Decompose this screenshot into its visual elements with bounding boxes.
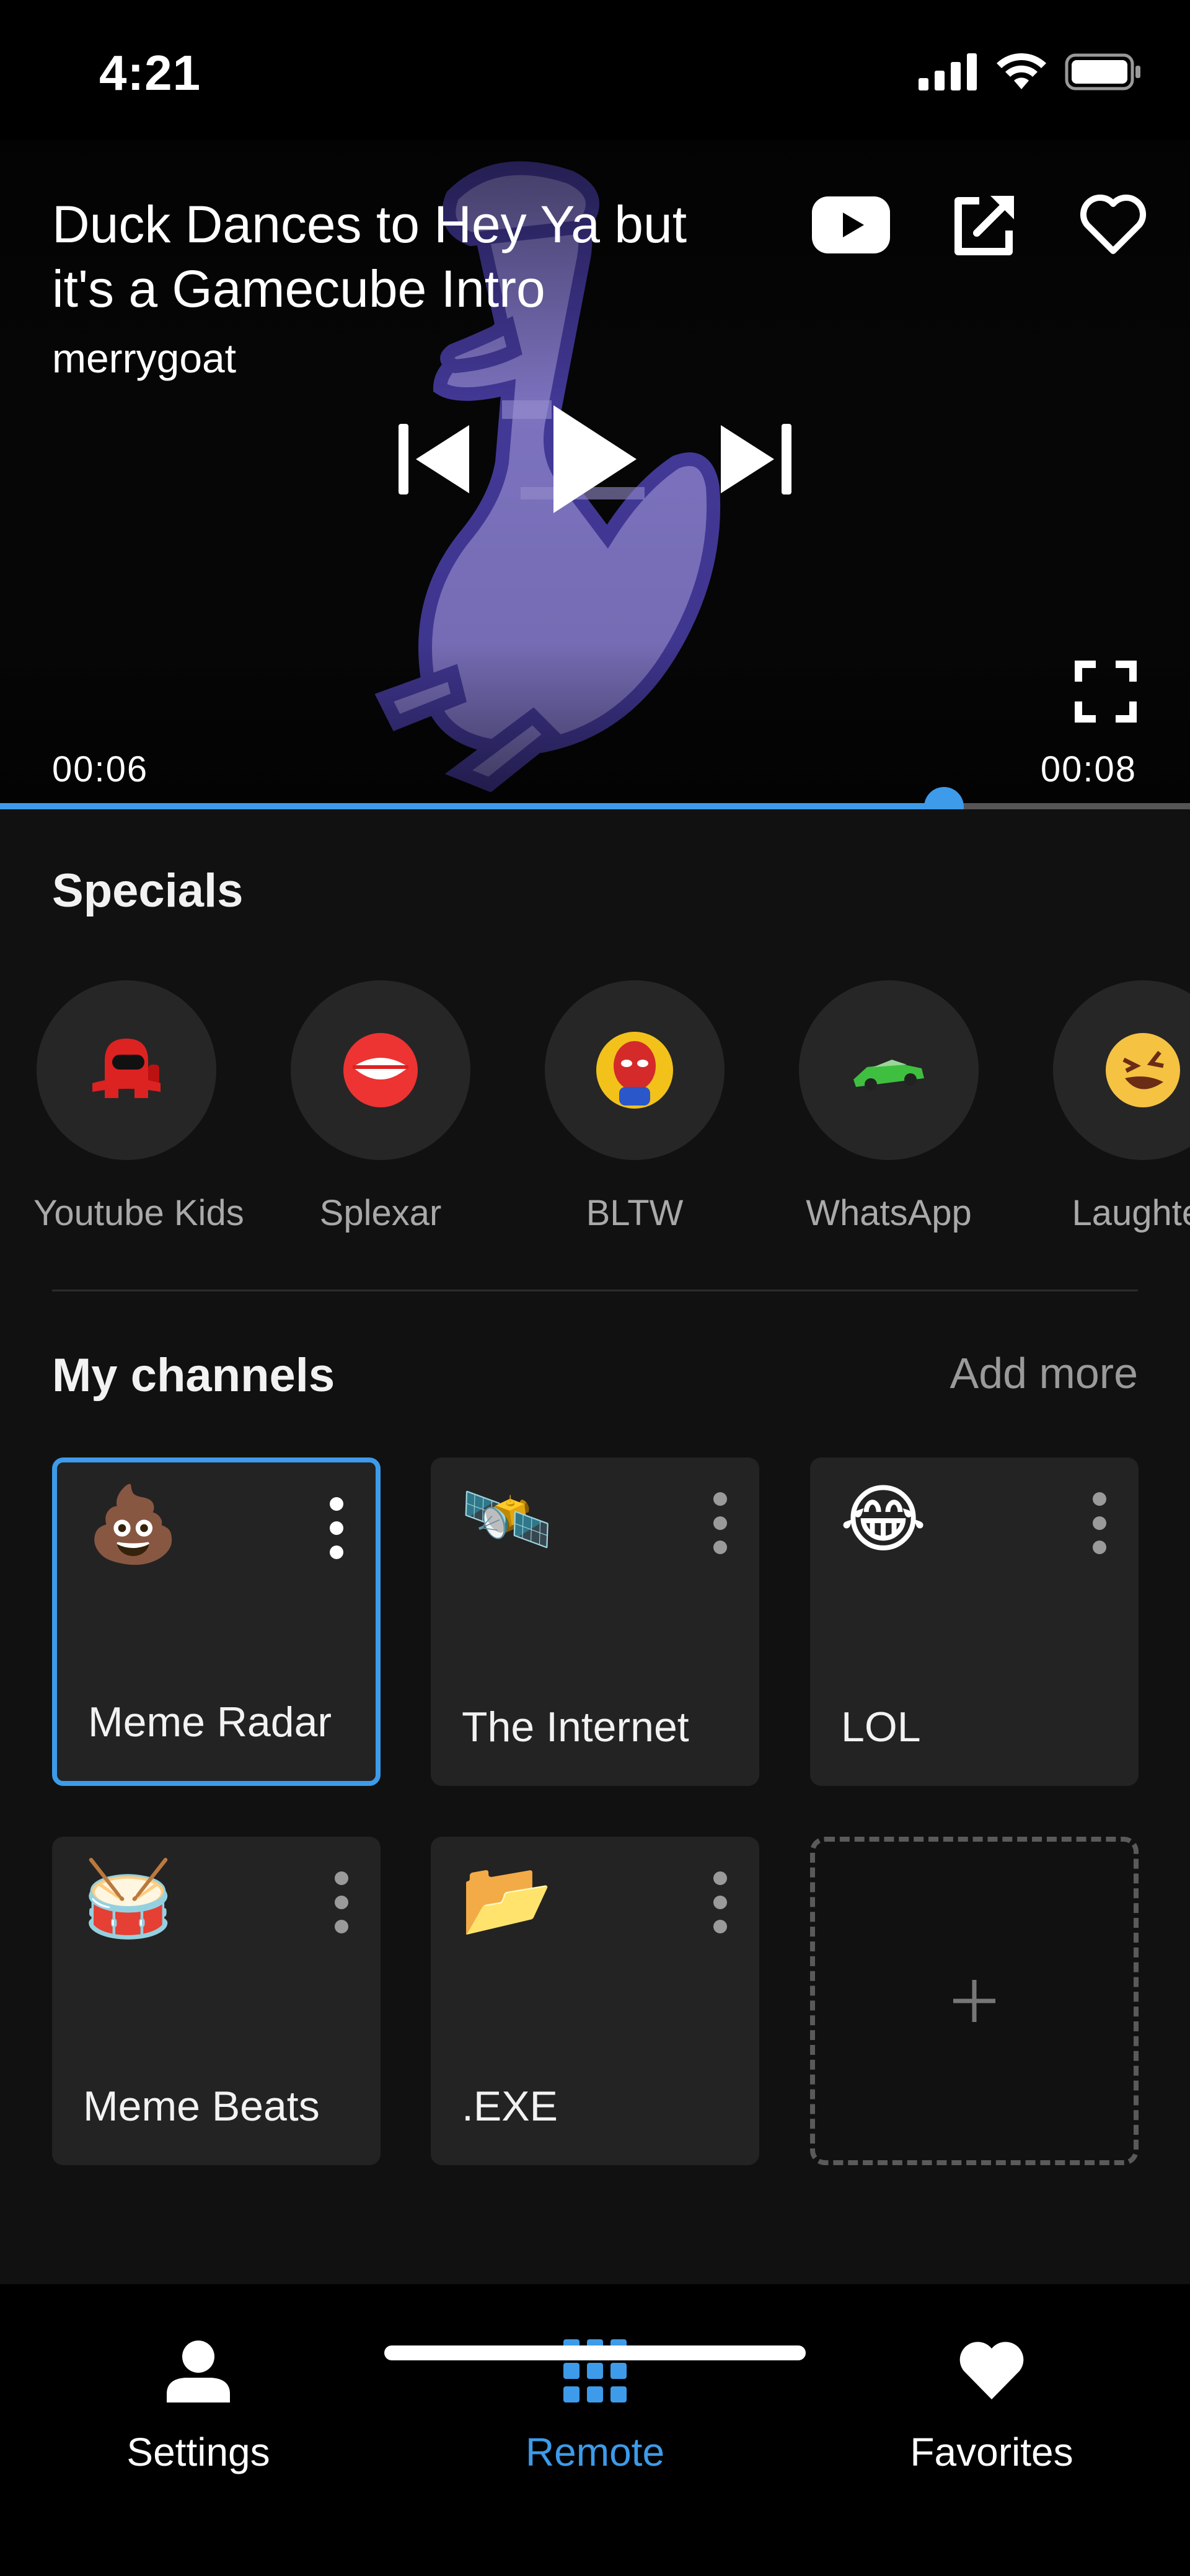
status-time: 4:21 (99, 45, 201, 100)
channels-title: My channels (52, 1349, 335, 1402)
channel-tile-meme-radar[interactable]: 💩 Meme Radar (52, 1457, 381, 1786)
heart-icon (959, 2342, 1024, 2399)
fullscreen-icon (1075, 661, 1137, 723)
channel-tile-the-internet[interactable]: 🛰️ The Internet (431, 1457, 759, 1786)
play-icon (553, 405, 637, 513)
special-item[interactable]: BLTW (542, 980, 728, 1234)
play-button[interactable] (549, 400, 641, 518)
skip-previous-icon (399, 424, 469, 495)
channel-label: Meme Radar (88, 1699, 332, 1746)
wifi-icon (997, 53, 1046, 89)
drum-emoji-icon: 🥁 (82, 1857, 175, 1940)
youtube-icon (812, 196, 890, 253)
duration: 00:08 (1040, 749, 1137, 789)
add-channel-button[interactable] (810, 1837, 1139, 2165)
channel-label: The Internet (462, 1703, 689, 1751)
home-indicator[interactable] (384, 2345, 806, 2360)
video-title: Duck Dances to Hey Ya but it's a Gamecub… (52, 195, 687, 318)
share-button[interactable] (952, 192, 1018, 258)
specials-row[interactable]: Youtube Kids Splexar BLTW WhatsApp Laugh… (0, 980, 1190, 1241)
youtube-button[interactable] (812, 196, 890, 253)
lips-icon (291, 980, 470, 1160)
person-icon (167, 2341, 230, 2402)
more-vertical-icon[interactable] (711, 1871, 729, 1933)
cellular-signal-icon (919, 53, 977, 90)
battery-icon (1065, 53, 1140, 90)
red-crewmate-icon (37, 980, 216, 1160)
progress-bar[interactable] (0, 787, 1190, 809)
channel-label: Meme Beats (83, 2083, 320, 2130)
status-bar: 4:21 (0, 0, 1190, 140)
next-button[interactable] (716, 419, 796, 499)
tears-of-joy-emoji-icon: 😂 (840, 1478, 927, 1561)
bottom-navigation: Settings Remote Favorites (0, 2284, 1190, 2576)
special-item[interactable]: Youtube Kids (33, 980, 244, 1234)
channel-tile-meme-beats[interactable]: 🥁 Meme Beats (52, 1837, 381, 2165)
progress-fill (0, 803, 944, 809)
special-label: Youtube Kids (33, 1193, 244, 1233)
favorite-button[interactable] (1080, 194, 1147, 256)
special-item[interactable]: Splexar (288, 980, 474, 1234)
current-time: 00:06 (52, 749, 149, 789)
satellite-emoji-icon: 🛰️ (461, 1478, 553, 1561)
folder-emoji-icon: 📂 (461, 1857, 553, 1940)
add-more-link[interactable]: Add more (950, 1348, 1138, 1398)
channel-label: .EXE (462, 2083, 558, 2130)
channel-tile-exe[interactable]: 📂 .EXE (431, 1837, 759, 2165)
nav-label: Remote (525, 2430, 665, 2474)
more-vertical-icon[interactable] (332, 1871, 351, 1933)
special-label: BLTW (586, 1193, 684, 1233)
special-label: Laughter (1072, 1193, 1190, 1233)
nav-remote[interactable]: Remote (465, 2315, 725, 2475)
special-label: WhatsApp (806, 1193, 972, 1233)
special-item[interactable]: Laughter (1050, 980, 1190, 1234)
section-divider (52, 1290, 1138, 1291)
plus-icon (953, 1980, 995, 2022)
nav-label: Settings (126, 2430, 270, 2474)
share-external-icon (954, 196, 1014, 255)
video-player[interactable]: Duck Dances to Hey Ya but it's a Gamecub… (0, 140, 1190, 809)
spider-man-icon (545, 980, 725, 1160)
skip-next-icon (721, 424, 791, 495)
nav-label: Favorites (910, 2430, 1073, 2474)
nav-settings[interactable]: Settings (68, 2315, 328, 2475)
special-item[interactable]: WhatsApp (796, 980, 982, 1234)
fullscreen-button[interactable] (1075, 661, 1137, 723)
heart-icon (1080, 195, 1146, 254)
main-content: Specials Youtube Kids Splexar BLTW Whats… (0, 809, 1190, 2284)
channel-label: LOL (841, 1703, 921, 1751)
previous-button[interactable] (394, 419, 474, 499)
video-channel[interactable]: merrygoat (52, 335, 236, 382)
nav-favorites[interactable]: Favorites (862, 2315, 1122, 2475)
status-icons (919, 53, 1142, 90)
more-vertical-icon[interactable] (327, 1497, 346, 1559)
more-vertical-icon[interactable] (1090, 1492, 1109, 1554)
player-actions (812, 192, 1147, 258)
rolling-laughing-emoji (1053, 980, 1190, 1160)
more-vertical-icon[interactable] (711, 1492, 729, 1554)
transport-controls (0, 400, 1190, 518)
race-car-icon (799, 980, 979, 1160)
poop-emoji-icon: 💩 (87, 1483, 180, 1566)
special-label: Splexar (319, 1193, 442, 1233)
specials-title: Specials (52, 864, 244, 917)
channel-tile-lol[interactable]: 😂 LOL (810, 1457, 1139, 1786)
